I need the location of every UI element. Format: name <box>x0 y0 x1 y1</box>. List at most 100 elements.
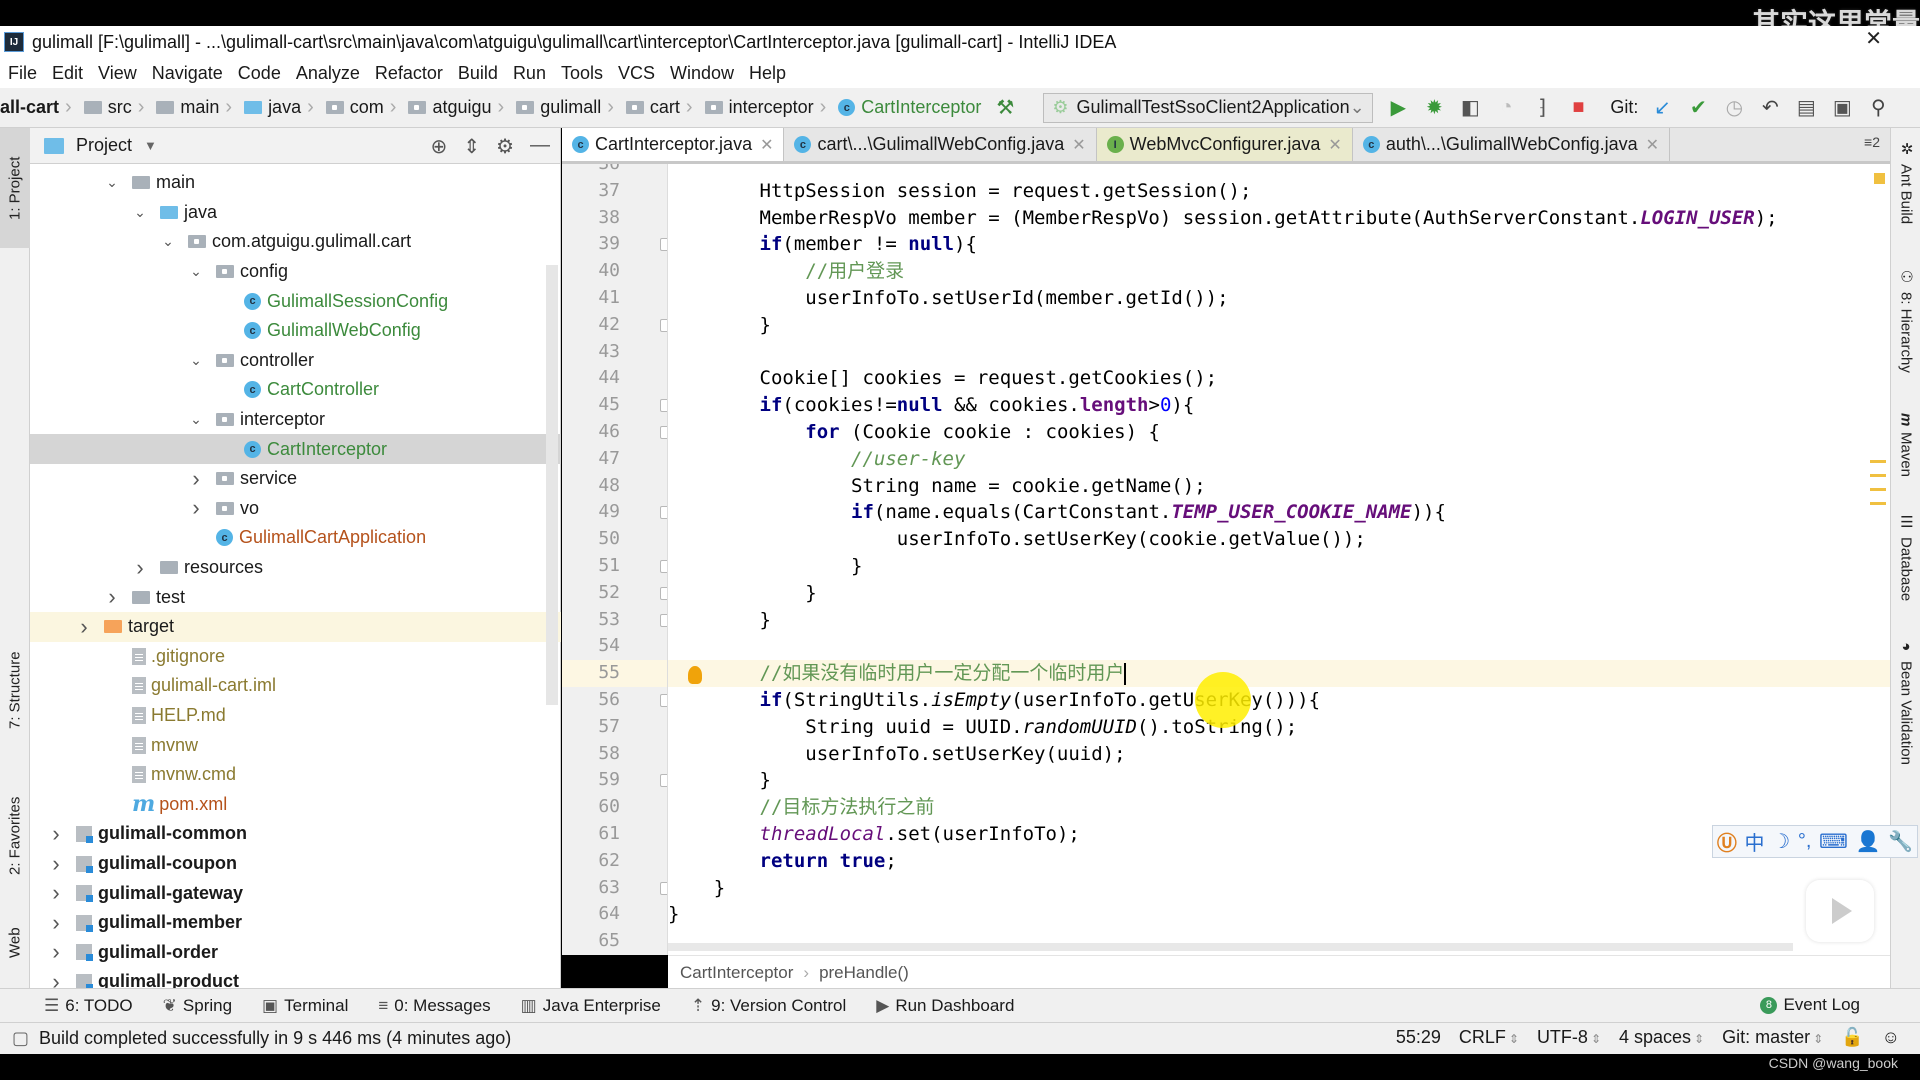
database-tool-tab[interactable]: ☰ Database <box>1891 513 1920 623</box>
nav-crumb-src[interactable]: src › <box>83 96 151 119</box>
tool-window-java-enterprise[interactable]: ▥ Java Enterprise <box>521 996 661 1016</box>
chevron-right-icon[interactable]: › <box>132 555 148 581</box>
fold-open-icon[interactable] <box>660 399 667 413</box>
run-anything-icon[interactable]: ▣ <box>1829 95 1855 121</box>
menu-code[interactable]: Code <box>238 63 281 84</box>
warning-marker[interactable] <box>1870 474 1886 477</box>
tree-item[interactable]: › gulimall-gateway <box>30 878 561 908</box>
tree-item[interactable]: HELP.md <box>30 701 561 731</box>
fold-open-icon[interactable] <box>660 426 667 439</box>
locate-file-icon[interactable]: ⊕ <box>431 134 448 159</box>
nav-crumb-cart[interactable]: cart › <box>625 96 699 119</box>
menu-tools[interactable]: Tools <box>561 63 603 84</box>
fold-open-icon[interactable] <box>660 694 667 707</box>
warning-marker[interactable] <box>1870 460 1886 463</box>
fold-close-icon[interactable] <box>660 774 667 788</box>
nav-crumb-gulimall[interactable]: gulimall › <box>516 96 620 119</box>
nav-crumb-interceptor[interactable]: interceptor › <box>704 96 833 119</box>
project-scrollbar[interactable] <box>546 265 558 705</box>
stop-icon[interactable]: ■ <box>1565 95 1591 121</box>
tab-overflow-menu[interactable]: ≡2 <box>1864 134 1880 150</box>
build-hammer-icon[interactable]: ⚒ <box>992 95 1018 121</box>
tree-item[interactable]: ⌄ java <box>30 198 561 228</box>
chevron-right-icon[interactable]: › <box>76 614 92 640</box>
nav-crumb-atguigu[interactable]: atguigu › <box>408 96 510 119</box>
video-play-button[interactable] <box>1806 880 1874 942</box>
chevron-right-icon[interactable]: › <box>48 910 64 936</box>
fold-close-icon[interactable] <box>660 318 667 332</box>
hide-panel-icon[interactable]: — <box>530 134 550 159</box>
tool-window-run-dashboard[interactable]: ▶ Run Dashboard <box>876 996 1014 1016</box>
menu-vcs[interactable]: VCS <box>618 63 655 84</box>
nav-crumb-main[interactable]: main › <box>156 96 238 119</box>
fold-close-icon[interactable] <box>660 881 667 895</box>
menu-help[interactable]: Help <box>749 63 786 84</box>
tree-item[interactable]: c CartInterceptor <box>30 434 561 464</box>
inspection-status-icon[interactable] <box>1874 173 1885 184</box>
project-tool-tab[interactable]: 1: Project <box>0 128 30 248</box>
menu-build[interactable]: Build <box>458 63 498 84</box>
nav-crumb-all-cart[interactable]: all-cart › <box>0 96 78 119</box>
tree-item[interactable]: ⌄ config <box>30 257 561 287</box>
hierarchy-tool-tab[interactable]: ⚇ 8: Hierarchy <box>1891 268 1920 398</box>
window-close-button[interactable]: ✕ <box>1865 26 1882 51</box>
close-tab-icon[interactable]: ✕ <box>1328 135 1341 155</box>
tree-item[interactable]: ⌄ controller <box>30 346 561 376</box>
run-icon[interactable]: ▶ <box>1385 95 1411 121</box>
breadcrumb-method[interactable]: preHandle() <box>819 963 909 983</box>
structure-tool-tab[interactable]: 7: Structure <box>0 628 30 753</box>
ime-settings-wrench-icon[interactable]: 🔧 <box>1888 829 1913 854</box>
tool-window-version-control[interactable]: ⇡ 9: Version Control <box>691 996 846 1016</box>
indent-selector[interactable]: 4 spaces ⇕ <box>1619 1027 1704 1048</box>
menu-run[interactable]: Run <box>513 63 546 84</box>
maven-tool-tab[interactable]: m Maven <box>1891 413 1920 513</box>
menu-navigate[interactable]: Navigate <box>152 63 223 84</box>
chevron-down-icon[interactable]: ⌄ <box>188 263 204 280</box>
git-history-icon[interactable]: ◷ <box>1721 95 1747 121</box>
status-toggle-icon[interactable]: ▢ <box>12 1028 29 1049</box>
chevron-right-icon[interactable]: › <box>48 851 64 877</box>
menu-analyze[interactable]: Analyze <box>296 63 360 84</box>
tree-item[interactable]: c GulimallCartApplication <box>30 523 561 553</box>
chevron-right-icon[interactable]: › <box>48 939 64 965</box>
tree-item[interactable]: › gulimall-common <box>30 819 561 849</box>
run-configuration-dropdown[interactable]: ⚙ GulimallTestSsoClient2Application ⌄ <box>1043 92 1374 123</box>
tree-item[interactable]: › gulimall-coupon <box>30 849 561 879</box>
gear-icon[interactable]: ⚙ <box>496 134 514 159</box>
tree-item[interactable]: c GulimallSessionConfig <box>30 286 561 316</box>
nav-crumb-com[interactable]: com › <box>325 96 403 119</box>
fold-open-icon[interactable] <box>660 238 667 252</box>
profile-icon[interactable]: ◔ <box>1493 95 1519 121</box>
breadcrumb-class[interactable]: CartInterceptor <box>680 963 793 983</box>
menu-file[interactable]: File <box>8 63 37 84</box>
tree-item[interactable]: › target <box>30 612 561 642</box>
debug-icon[interactable]: ✹ <box>1421 95 1447 121</box>
attach-debugger-icon[interactable]: ⁆ <box>1529 95 1555 121</box>
tool-window-messages[interactable]: ≡ 0: Messages <box>378 996 490 1016</box>
tree-item[interactable]: ⌄ com.atguigu.gulimall.cart <box>30 227 561 257</box>
coverage-icon[interactable]: ◧ <box>1457 95 1483 121</box>
chevron-right-icon[interactable]: › <box>48 821 64 847</box>
intention-bulb-icon[interactable] <box>688 666 702 684</box>
fold-open-icon[interactable] <box>660 506 667 520</box>
chevron-right-icon[interactable]: › <box>48 880 64 906</box>
event-log-button[interactable]: 8 Event Log <box>1760 995 1860 1015</box>
tree-item[interactable]: › service <box>30 464 561 494</box>
editor-tab[interactable]: I WebMvcConfigurer.java ✕ <box>1096 128 1353 161</box>
code-editor[interactable]: HttpSession session = request.getSession… <box>668 164 1890 955</box>
chevron-down-icon[interactable]: ⌄ <box>104 174 120 191</box>
chevron-down-icon[interactable]: ▼ <box>144 138 157 153</box>
tree-item[interactable]: m pom.xml <box>30 790 561 820</box>
chevron-right-icon[interactable]: › <box>188 495 204 521</box>
chevron-down-icon[interactable]: ⌄ <box>188 411 204 428</box>
search-icon[interactable]: ⚲ <box>1865 95 1891 121</box>
editor-horizontal-scrollbar[interactable] <box>668 943 1793 951</box>
menu-edit[interactable]: Edit <box>52 63 83 84</box>
tree-item[interactable]: › test <box>30 582 561 612</box>
tree-item[interactable]: ⌄ interceptor <box>30 405 561 435</box>
nav-crumb-cartinterceptor[interactable]: c CartInterceptor <box>838 97 981 118</box>
chevron-down-icon[interactable]: ⌄ <box>132 204 148 221</box>
tree-item[interactable]: mvnw.cmd <box>30 760 561 790</box>
tree-item[interactable]: mvnw <box>30 730 561 760</box>
close-tab-icon[interactable]: ✕ <box>1072 135 1085 155</box>
